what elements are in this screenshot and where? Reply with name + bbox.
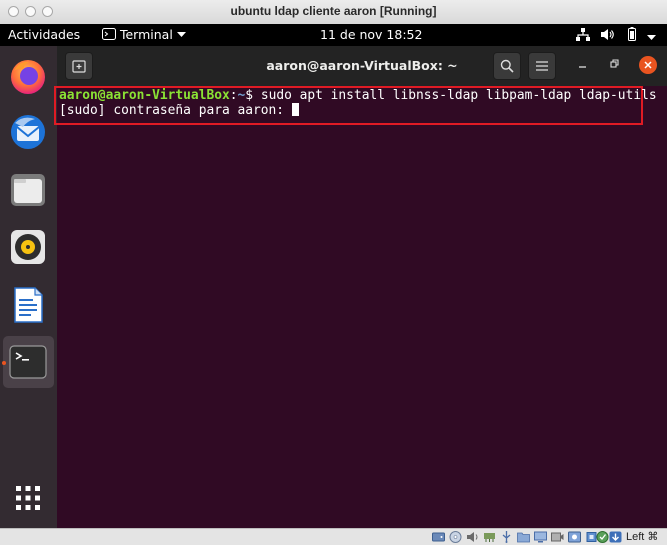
hard-disk-icon[interactable] [432, 531, 445, 543]
terminal-window: aaron@aaron-VirtualBox: ~ aaron@aaron-Vi… [54, 46, 667, 528]
terminal-title: aaron@aaron-VirtualBox: ~ [266, 58, 458, 73]
prompt-user: aaron@aaron-VirtualBox [59, 88, 230, 103]
usb-icon[interactable] [500, 531, 513, 543]
thunderbird-icon[interactable] [8, 112, 48, 152]
prompt-symbol: $ [245, 88, 261, 103]
vbox-titlebar: ubuntu ldap cliente aaron [Running] [0, 0, 667, 25]
recording-icon[interactable] [568, 531, 581, 543]
password-prompt-line: [sudo] contraseña para aaron: [59, 103, 299, 118]
shared-folders-icon[interactable] [517, 531, 530, 543]
host-key-label: Left ⌘ [626, 531, 659, 543]
text-cursor [291, 103, 299, 116]
minimize-icon [579, 66, 586, 68]
close-button[interactable] [639, 56, 657, 74]
menu-button[interactable] [528, 52, 556, 80]
mouse-integration-icon[interactable] [596, 531, 609, 543]
video-capture-icon[interactable] [551, 531, 564, 543]
terminal-headerbar: aaron@aaron-VirtualBox: ~ [57, 46, 667, 86]
close-icon [644, 61, 652, 69]
firefox-icon[interactable] [8, 56, 48, 96]
network-adapter-icon[interactable] [483, 531, 496, 543]
restore-button[interactable] [610, 58, 620, 72]
libreoffice-writer-icon[interactable] [8, 285, 48, 325]
running-indicator [2, 361, 6, 365]
optical-drive-icon[interactable] [449, 531, 462, 543]
search-icon [500, 59, 514, 73]
terminal-dock-icon[interactable] [8, 342, 48, 382]
vbox-status-bar: Left ⌘ [0, 528, 667, 545]
files-icon[interactable] [8, 170, 48, 210]
minimize-button[interactable] [578, 58, 588, 72]
battery-icon[interactable] [628, 27, 636, 44]
search-button[interactable] [493, 52, 521, 80]
rhythmbox-icon[interactable] [8, 227, 48, 267]
show-applications-icon[interactable] [8, 478, 48, 518]
hamburger-menu-icon [536, 61, 548, 71]
app-menu[interactable]: Terminal [102, 27, 186, 42]
command-line: aaron@aaron-VirtualBox:~$ sudo apt insta… [59, 88, 657, 103]
display-icon[interactable] [534, 531, 547, 543]
restore-icon [610, 59, 619, 68]
prompt-separator: : [229, 88, 238, 103]
activities-button[interactable]: Actividades [8, 27, 80, 42]
system-menu-chevron-icon[interactable] [647, 29, 656, 44]
command-text: sudo apt install libnss-ldap libpam-ldap… [260, 88, 657, 103]
sudo-prompt: [sudo] contraseña para aaron: [59, 103, 292, 118]
chevron-down-icon [176, 32, 186, 37]
volume-icon[interactable] [601, 28, 615, 44]
ubuntu-top-bar: Actividades Terminal 11 de nov 18:52 [0, 24, 667, 46]
network-icon[interactable] [576, 28, 590, 44]
vbox-window-title: ubuntu ldap cliente aaron [Running] [230, 4, 437, 18]
terminal-app-icon [102, 28, 116, 40]
audio-icon[interactable] [466, 531, 479, 543]
app-menu-label: Terminal [119, 27, 173, 42]
clock[interactable]: 11 de nov 18:52 [320, 27, 422, 42]
terminal-output[interactable]: aaron@aaron-VirtualBox:~$ sudo apt insta… [54, 86, 667, 528]
host-key-arrow-icon[interactable] [609, 531, 622, 543]
ubuntu-dock [0, 46, 57, 528]
